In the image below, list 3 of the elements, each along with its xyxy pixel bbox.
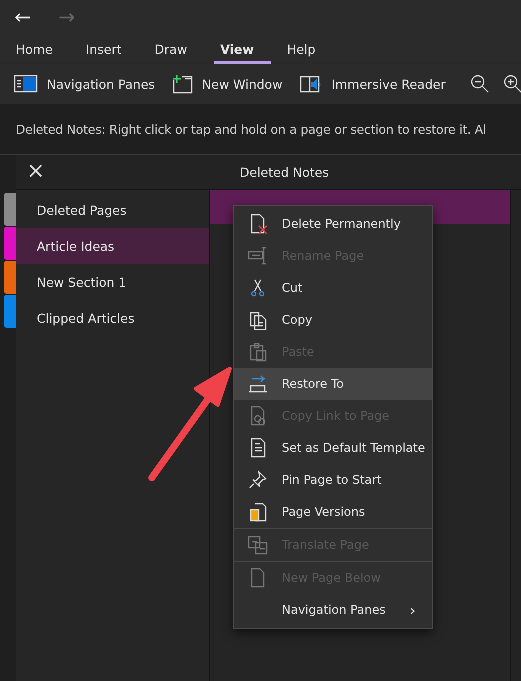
chevron-icon: › [410, 600, 416, 620]
info-message: Deleted Notes: Right click or tap and hold on a page or section to restore it. Al [16, 122, 486, 136]
panel-title: Deleted Notes [240, 164, 330, 180]
